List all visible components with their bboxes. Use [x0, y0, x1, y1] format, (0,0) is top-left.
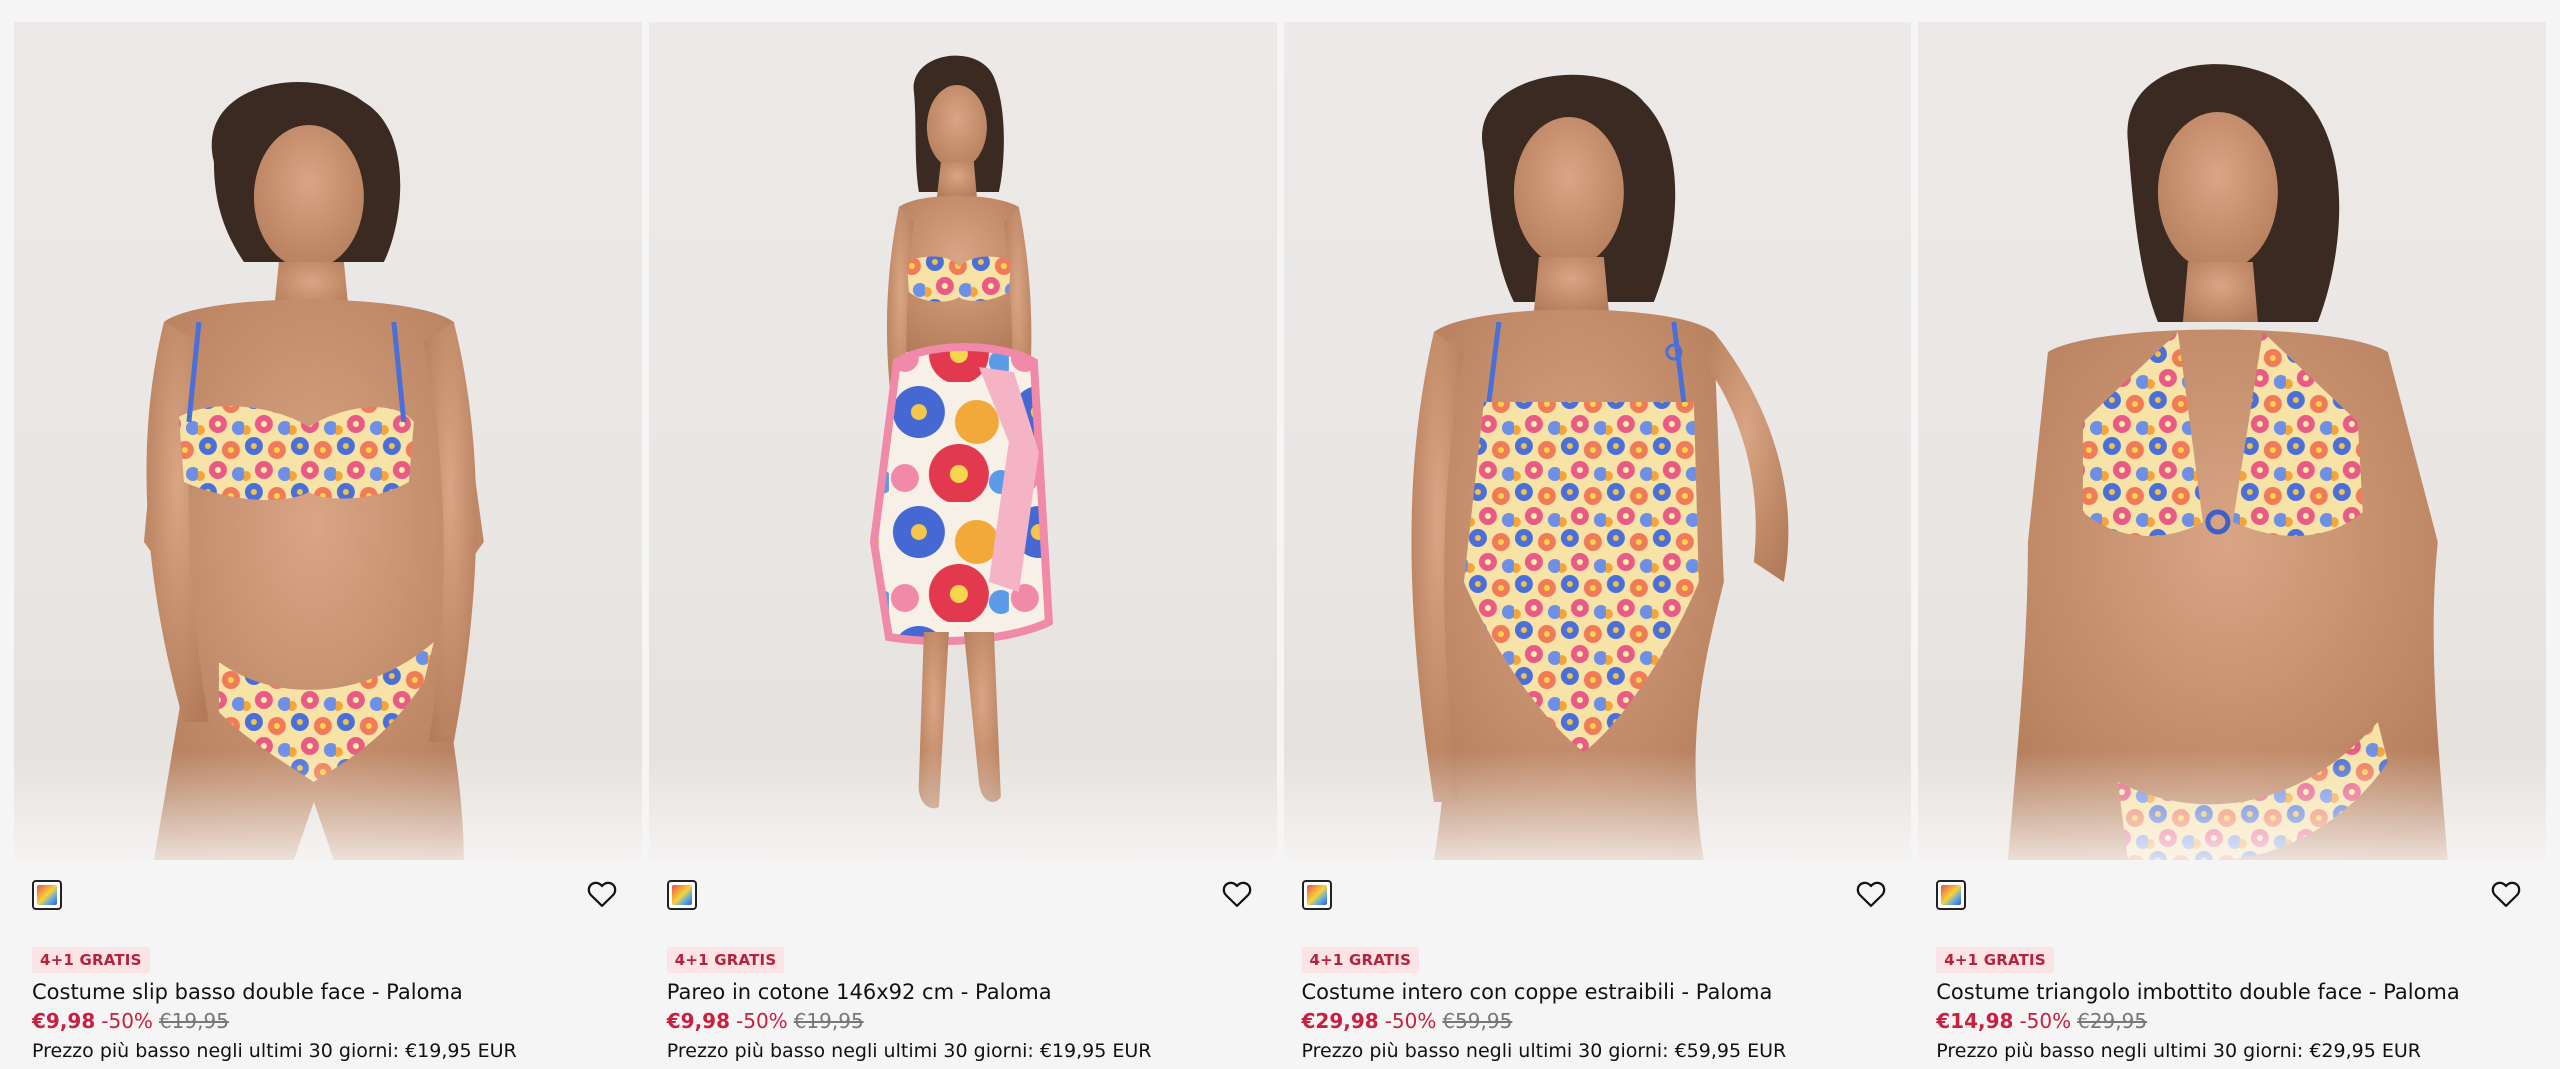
discount-percent: -50% [736, 1009, 788, 1033]
promo-badge: 4+1 GRATIS [666, 947, 785, 973]
heart-icon[interactable] [1219, 876, 1255, 912]
product-image[interactable] [1918, 22, 2546, 860]
model-photo [143, 82, 484, 860]
lowest-price-note: Prezzo più basso negli ultimi 30 giorni:… [1936, 1040, 2421, 1062]
product-image[interactable] [648, 22, 1277, 860]
heart-icon[interactable] [584, 876, 620, 912]
product-image[interactable] [14, 22, 642, 860]
heart-icon[interactable] [1853, 876, 1889, 912]
product-actions [666, 876, 1255, 912]
price-row: €9,98 -50% €19,95 [32, 1007, 229, 1035]
product-actions [32, 876, 620, 912]
current-price: €29,98 [1301, 1009, 1379, 1033]
product-actions [1301, 876, 1890, 912]
color-swatch[interactable] [666, 880, 697, 910]
current-price: €14,98 [1936, 1009, 2014, 1033]
product-title[interactable]: Pareo in cotone 146x92 cm - Paloma [667, 977, 1263, 1007]
discount-percent: -50% [101, 1009, 153, 1033]
product-title[interactable]: Costume slip basso double face - Paloma [32, 977, 628, 1007]
price-row: €29,98 -50% €59,95 [1302, 1007, 1513, 1035]
product-card[interactable]: 4+1 GRATIS Costume triangolo imbottito d… [1918, 22, 2546, 1069]
color-swatch[interactable] [1936, 880, 1967, 910]
color-swatch[interactable] [1301, 880, 1332, 910]
lowest-price-note: Prezzo più basso negli ultimi 30 giorni:… [666, 1040, 1152, 1062]
original-price: €29,95 [2077, 1009, 2148, 1033]
discount-percent: -50% [1384, 1009, 1437, 1033]
promo-badge: 4+1 GRATIS [32, 947, 150, 973]
lowest-price-note: Prezzo più basso negli ultimi 30 giorni:… [1301, 1040, 1787, 1062]
promo-badge: 4+1 GRATIS [1301, 947, 1420, 973]
current-price: €9,98 [32, 1009, 96, 1033]
model-photo [869, 55, 1053, 809]
color-swatch[interactable] [32, 880, 62, 910]
original-price: €59,95 [1442, 1009, 1513, 1033]
lowest-price-note: Prezzo più basso negli ultimi 30 giorni:… [32, 1040, 517, 1062]
price-row: €9,98 -50% €19,95 [667, 1007, 864, 1035]
model-photo [2008, 64, 2449, 860]
product-card[interactable]: 4+1 GRATIS Pareo in cotone 146x92 cm - P… [648, 22, 1277, 1069]
product-card[interactable]: 4+1 GRATIS Costume intero con coppe estr… [1283, 22, 1912, 1069]
promo-badge: 4+1 GRATIS [1936, 947, 2054, 973]
model-photo [1410, 74, 1788, 860]
product-title[interactable]: Costume intero con coppe estraibili - Pa… [1302, 977, 1898, 1007]
product-title[interactable]: Costume triangolo imbottito double face … [1936, 977, 2532, 1007]
price-row: €14,98 -50% €29,95 [1936, 1007, 2147, 1035]
current-price: €9,98 [666, 1009, 731, 1033]
original-price: €19,95 [158, 1009, 229, 1033]
heart-icon[interactable] [2488, 876, 2524, 912]
product-grid: 4+1 GRATIS Costume slip basso double fac… [14, 22, 2546, 1069]
discount-percent: -50% [2019, 1009, 2072, 1033]
product-card[interactable]: 4+1 GRATIS Costume slip basso double fac… [14, 22, 642, 1069]
product-actions [1936, 876, 2524, 912]
product-image[interactable] [1283, 22, 1912, 860]
original-price: €19,95 [793, 1009, 864, 1033]
